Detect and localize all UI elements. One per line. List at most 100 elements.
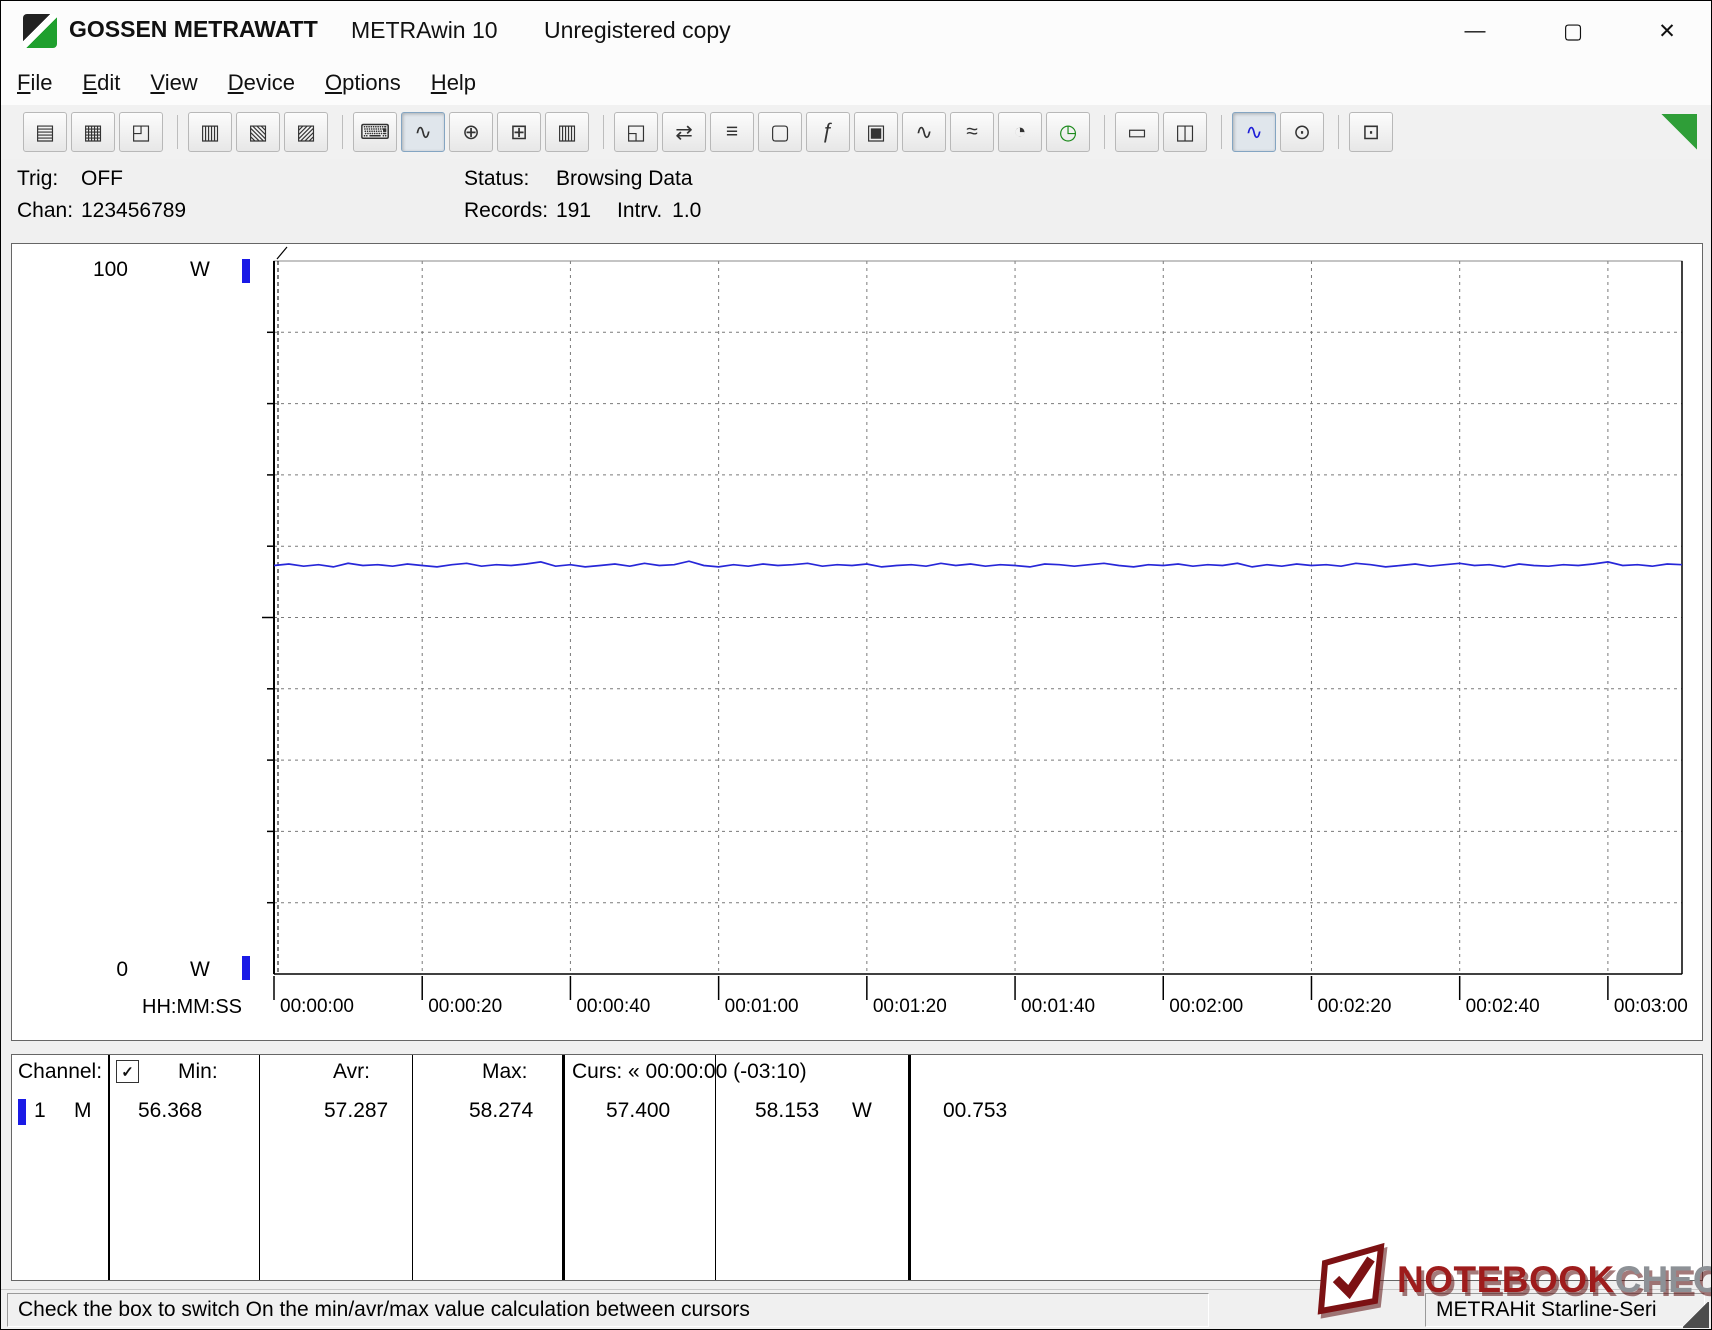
x-tick-label: 00:00:00 xyxy=(280,996,354,1018)
annotation-note-icon[interactable]: ⊡ xyxy=(1349,112,1393,152)
notebookcheck-watermark: NOTEBOOKCHECK xyxy=(1317,1241,1712,1319)
cursor-delta-cell: 00.753 xyxy=(943,1099,1007,1123)
zoom-lens-icon[interactable]: ⊙ xyxy=(1280,112,1324,152)
menu-edit[interactable]: Edit xyxy=(82,70,120,96)
waveform-envelope-icon[interactable]: ≈ xyxy=(950,112,994,152)
save-data-icon[interactable]: ▤ xyxy=(23,112,67,152)
save-as-icon[interactable]: ▦ xyxy=(71,112,115,152)
title-bar: GOSSEN METRAWATT METRAwin 10 Unregistere… xyxy=(1,1,1711,61)
window-app-title: METRAwin 10 xyxy=(351,17,498,44)
max-header: Max: xyxy=(482,1060,528,1084)
cursor-header: Curs: « 00:00:00 (-03:10) xyxy=(572,1060,807,1084)
y-axis-min-label: 0 xyxy=(72,958,128,982)
transfer-data-icon[interactable]: ⇄ xyxy=(662,112,706,152)
interval-timer-icon[interactable]: ◷ xyxy=(1046,112,1090,152)
table-view-icon[interactable]: ⊞ xyxy=(497,112,541,152)
x-tick-label: 00:02:00 xyxy=(1169,996,1243,1018)
read-device-memory-icon[interactable]: ▥ xyxy=(188,112,232,152)
histogram-view-icon[interactable]: ▥ xyxy=(545,112,589,152)
minimize-icon: — xyxy=(1465,19,1486,43)
zoom-signal-icon[interactable]: ∿ xyxy=(1232,112,1276,152)
chan-label: Chan: xyxy=(17,199,81,223)
channel-mode-cell: M xyxy=(74,1099,92,1123)
y-axis-unit-bottom: W xyxy=(190,958,210,982)
trigger-channel-block: Trig: OFF Chan: 123456789 xyxy=(17,167,186,231)
x-tick-label: 00:00:40 xyxy=(576,996,650,1018)
x-tick-label: 00:03:00 xyxy=(1614,996,1688,1018)
trig-label: Trig: xyxy=(17,167,81,191)
watermark-notebook-text: NOTEBOOK xyxy=(1397,1259,1615,1301)
min-value-cell: 56.368 xyxy=(138,1099,202,1123)
print-preview-icon[interactable]: ◫ xyxy=(1163,112,1207,152)
x-axis-caption: HH:MM:SS xyxy=(142,996,242,1019)
write-device-memory-icon[interactable]: ▧ xyxy=(236,112,280,152)
chan-value: 123456789 xyxy=(81,199,186,223)
meter-dial-icon[interactable]: ◔ xyxy=(998,112,1042,152)
toolbar-separator xyxy=(603,115,604,149)
scope-view-icon[interactable]: ⊕ xyxy=(449,112,493,152)
status-value: Browsing Data xyxy=(556,167,693,191)
toolbar-separator xyxy=(1338,115,1339,149)
close-icon: ✕ xyxy=(1658,19,1676,44)
y-axis-max-label: 100 xyxy=(72,258,128,282)
channel-enable-checkbox[interactable]: ✓ xyxy=(116,1060,139,1083)
x-tick-label: 00:01:00 xyxy=(725,996,799,1018)
toolbar-separator xyxy=(342,115,343,149)
minimize-button[interactable]: — xyxy=(1449,9,1501,53)
channel-number-cell: 1 xyxy=(34,1099,46,1123)
toolbar-separator xyxy=(177,115,178,149)
table-divider xyxy=(108,1055,110,1280)
status-label: Status: xyxy=(464,167,556,191)
cursor2-value-cell: 58.153 xyxy=(755,1099,819,1123)
app-window: GOSSEN METRAWATT METRAwin 10 Unregistere… xyxy=(0,0,1712,1330)
intrv-label: Intrv. xyxy=(617,199,662,223)
device-panel-icon[interactable]: ▣ xyxy=(854,112,898,152)
table-divider xyxy=(715,1055,716,1280)
x-axis-tick-labels: 00:00:00 00:00:20 00:00:40 00:01:00 00:01:20… xyxy=(12,244,1702,1040)
x-tick-label: 00:01:20 xyxy=(873,996,947,1018)
maximize-button[interactable]: ▢ xyxy=(1547,9,1599,53)
status-panel: Trig: OFF Chan: 123456789 Status: Browsi… xyxy=(1,159,1711,243)
statusbar-hint-panel: Check the box to switch On the min/avr/m… xyxy=(7,1293,1209,1327)
print-icon[interactable]: ▭ xyxy=(1115,112,1159,152)
memory-card-icon[interactable]: ▨ xyxy=(284,112,328,152)
toolbar: ▤▦◰▥▧▨⌨∿⊕⊞▥◱⇄≡▢ƒ▣∿≈◔◷▭◫∿⊙⊡ xyxy=(1,105,1711,160)
maximize-icon: ▢ xyxy=(1563,19,1583,44)
watermark-check-text: CHECK xyxy=(1615,1259,1712,1301)
cursor1-value-cell: 57.400 xyxy=(606,1099,670,1123)
menu-device[interactable]: Device xyxy=(228,70,295,96)
waveform-small-icon[interactable]: ∿ xyxy=(902,112,946,152)
keyboard-entry-icon[interactable]: ⌨ xyxy=(353,112,397,152)
toolbar-separator xyxy=(1221,115,1222,149)
open-file-icon[interactable]: ◰ xyxy=(119,112,163,152)
checkmark-icon: ✓ xyxy=(121,1063,134,1081)
channel-row-color-marker xyxy=(18,1099,26,1125)
menu-options[interactable]: Options xyxy=(325,70,401,96)
table-divider xyxy=(412,1055,413,1280)
chart-frame: 00:00:00 00:00:20 00:00:40 00:01:00 00:01:20… xyxy=(11,243,1703,1041)
menu-help[interactable]: Help xyxy=(431,70,476,96)
x-tick-label: 00:02:20 xyxy=(1317,996,1391,1018)
channel-marker-bottom xyxy=(242,956,250,980)
channel-list-icon[interactable]: ≡ xyxy=(710,112,754,152)
records-label: Records: xyxy=(464,199,556,223)
records-value: 191 xyxy=(556,199,591,223)
export-data-icon[interactable]: ◱ xyxy=(614,112,658,152)
table-divider xyxy=(562,1055,565,1280)
max-value-cell: 58.274 xyxy=(469,1099,533,1123)
status-records-block: Status: Browsing Data Records: 191 Intrv… xyxy=(464,167,701,231)
monitor-display-icon[interactable]: ▢ xyxy=(758,112,802,152)
close-button[interactable]: ✕ xyxy=(1641,9,1693,53)
app-logo-icon xyxy=(23,14,57,48)
min-header: Min: xyxy=(178,1060,218,1084)
menu-file[interactable]: File xyxy=(17,70,52,96)
formula-fx-icon[interactable]: ƒ xyxy=(806,112,850,152)
menu-view[interactable]: View xyxy=(150,70,197,96)
y-axis-unit-top: W xyxy=(190,258,210,282)
statusbar-hint-text: Check the box to switch On the min/avr/m… xyxy=(18,1298,750,1322)
avr-value-cell: 57.287 xyxy=(324,1099,388,1123)
window-license-label: Unregistered copy xyxy=(544,17,731,44)
x-tick-label: 00:00:20 xyxy=(428,996,502,1018)
line-chart-view-icon[interactable]: ∿ xyxy=(401,112,445,152)
table-divider xyxy=(908,1055,911,1280)
